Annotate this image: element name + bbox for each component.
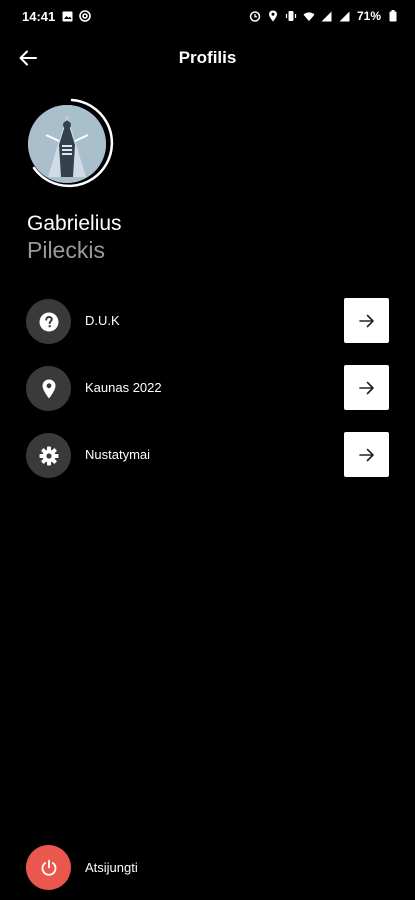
menu-item-label: D.U.K [85, 313, 120, 328]
menu-item-kaunas[interactable]: Kaunas 2022 [0, 364, 415, 431]
avatar [28, 105, 106, 183]
battery-icon [387, 10, 399, 22]
logout-label: Atsijungti [85, 860, 138, 875]
arrow-right-icon [358, 448, 374, 461]
image-icon [61, 10, 73, 22]
at-icon [79, 10, 92, 22]
status-bar: 14:41 71% [0, 0, 415, 32]
power-icon [26, 845, 71, 890]
logout-button[interactable]: Atsijungti [26, 845, 138, 890]
profile-screen: 14:41 71% Profilis Gabrielius Pileckis D… [0, 0, 415, 900]
vibrate-icon [285, 10, 297, 22]
status-left: 14:41 [22, 8, 92, 24]
wifi-icon [303, 10, 315, 22]
back-button[interactable] [14, 44, 42, 72]
arrow-left-icon [19, 50, 37, 66]
status-right: 71% [249, 9, 399, 23]
question-icon [26, 299, 71, 344]
signal-icon [339, 10, 351, 22]
battery-percent: 71% [356, 9, 381, 23]
profile-first-name: Gabrielius [27, 212, 122, 235]
avatar-container[interactable] [24, 96, 116, 192]
menu-item-settings[interactable]: Nustatymai [0, 431, 415, 498]
page-title: Profilis [178, 48, 237, 67]
menu-item-label: Kaunas 2022 [85, 380, 162, 395]
faq-arrow-button[interactable] [344, 298, 389, 343]
arrow-right-icon [358, 381, 374, 394]
profile-menu: D.U.K Kaunas 2022 Nustatymai [0, 297, 415, 498]
location-pin-icon [26, 366, 71, 411]
app-header: Profilis [0, 40, 415, 76]
location-icon [267, 10, 279, 22]
avatar-image [28, 105, 106, 183]
kaunas-arrow-button[interactable] [344, 365, 389, 410]
gear-icon [26, 433, 71, 478]
signal-icon [321, 10, 333, 22]
arrow-right-icon [358, 314, 374, 327]
menu-item-faq[interactable]: D.U.K [0, 297, 415, 364]
alarm-icon [249, 10, 261, 22]
profile-last-name: Pileckis [27, 237, 105, 263]
status-time: 14:41 [22, 8, 56, 24]
menu-item-label: Nustatymai [85, 447, 151, 462]
settings-arrow-button[interactable] [344, 432, 389, 477]
